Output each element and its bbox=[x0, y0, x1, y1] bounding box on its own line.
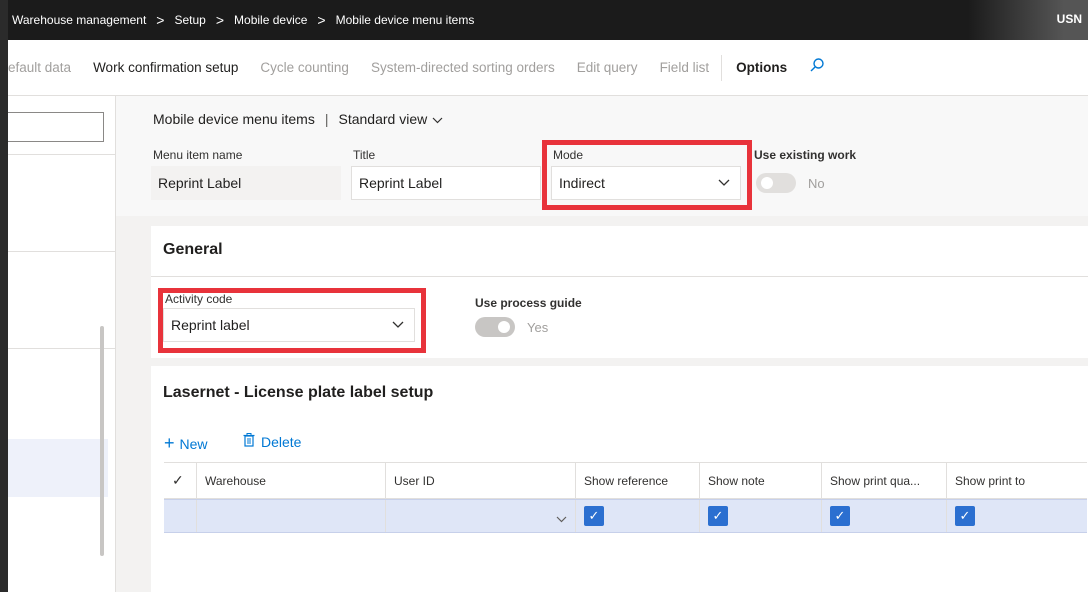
new-button[interactable]: + New bbox=[164, 433, 208, 454]
column-header-show-print-to[interactable]: Show print to bbox=[947, 463, 1087, 498]
column-header-warehouse[interactable]: Warehouse bbox=[197, 463, 386, 498]
lasernet-grid: ✓ Warehouse User ID Show reference Show … bbox=[164, 462, 1087, 533]
action-system-directed-sorting-orders[interactable]: System-directed sorting orders bbox=[371, 60, 555, 75]
column-header-show-note[interactable]: Show note bbox=[700, 463, 822, 498]
general-fasttab: General Activity code Reprint label Use … bbox=[151, 226, 1088, 358]
title-field[interactable]: Reprint Label bbox=[351, 166, 541, 200]
column-header-show-print-qty[interactable]: Show print qua... bbox=[822, 463, 947, 498]
list-divider bbox=[8, 154, 116, 155]
menu-item-name-label: Menu item name bbox=[153, 148, 243, 162]
use-process-guide-label: Use process guide bbox=[475, 296, 582, 310]
general-title[interactable]: General bbox=[163, 241, 223, 259]
breadcrumb-separator-icon: > bbox=[317, 12, 326, 28]
trash-icon bbox=[243, 433, 255, 450]
page-title: Mobile device menu items bbox=[153, 111, 315, 127]
list-filter-input[interactable] bbox=[8, 112, 104, 142]
use-existing-work-value: No bbox=[808, 176, 825, 191]
user-company-label[interactable]: USN bbox=[1057, 12, 1082, 26]
header-area: Mobile device menu items | Standard view… bbox=[116, 96, 1088, 216]
show-print-qty-checkbox[interactable]: ✓ bbox=[830, 506, 850, 526]
action-edit-query[interactable]: Edit query bbox=[577, 60, 638, 75]
breadcrumb-warehouse-management[interactable]: Warehouse management bbox=[12, 13, 146, 27]
use-existing-work-label: Use existing work bbox=[754, 148, 857, 162]
action-divider bbox=[721, 54, 723, 81]
search-icon[interactable] bbox=[809, 57, 825, 78]
breadcrumb-separator-icon: > bbox=[156, 12, 165, 28]
column-header-user-id[interactable]: User ID bbox=[386, 463, 576, 498]
list-scrollbar[interactable] bbox=[100, 326, 104, 556]
table-row[interactable]: ✓ ✓ ✓ ✓ bbox=[164, 499, 1087, 533]
breadcrumb-separator-icon: > bbox=[215, 12, 225, 28]
menu-item-name-value: Reprint Label bbox=[158, 175, 242, 191]
chevron-down-icon[interactable] bbox=[432, 111, 443, 127]
row-select-cell[interactable] bbox=[164, 500, 197, 532]
details-pane: Mobile device menu items | Standard view… bbox=[116, 96, 1088, 592]
show-reference-cell: ✓ bbox=[576, 500, 700, 532]
mode-highlight-box bbox=[542, 140, 752, 210]
chevron-down-icon[interactable] bbox=[556, 512, 567, 526]
view-selector[interactable]: Standard view bbox=[339, 111, 428, 127]
user-id-cell[interactable] bbox=[386, 500, 576, 532]
new-button-label: New bbox=[179, 435, 208, 452]
menu-item-name-field[interactable]: Reprint Label bbox=[151, 166, 341, 200]
activity-code-highlight-box bbox=[158, 288, 426, 353]
action-cycle-counting[interactable]: Cycle counting bbox=[260, 60, 349, 75]
breadcrumb-setup[interactable]: Setup bbox=[174, 13, 205, 27]
show-print-qty-cell: ✓ bbox=[822, 500, 947, 532]
delete-button-label: Delete bbox=[261, 433, 302, 450]
delete-button[interactable]: Delete bbox=[243, 433, 301, 450]
show-print-to-cell: ✓ bbox=[947, 500, 1087, 532]
toggle-knob bbox=[761, 177, 773, 189]
show-reference-checkbox[interactable]: ✓ bbox=[584, 506, 604, 526]
breadcrumb-mobile-device-menu-items[interactable]: Mobile device menu items bbox=[336, 13, 475, 27]
action-work-confirmation-setup[interactable]: Work confirmation setup bbox=[93, 60, 238, 75]
left-list-panel bbox=[8, 96, 116, 592]
warehouse-cell[interactable] bbox=[197, 500, 386, 532]
grid-header: ✓ Warehouse User ID Show reference Show … bbox=[164, 463, 1087, 499]
title-label: Title bbox=[353, 148, 376, 162]
title-separator: | bbox=[324, 111, 329, 127]
use-process-guide-value: Yes bbox=[527, 320, 549, 335]
show-print-to-checkbox[interactable]: ✓ bbox=[955, 506, 975, 526]
action-default-data[interactable]: efault data bbox=[8, 60, 71, 75]
list-divider bbox=[8, 251, 116, 252]
use-existing-work-toggle[interactable] bbox=[756, 173, 796, 193]
plus-icon: + bbox=[164, 433, 175, 453]
column-header-show-reference[interactable]: Show reference bbox=[576, 463, 700, 498]
action-pane: efault data Work confirmation setup Cycl… bbox=[8, 40, 1088, 96]
tab-options[interactable]: Options bbox=[736, 60, 787, 75]
top-nav-bar: Warehouse management > Setup > Mobile de… bbox=[8, 0, 1088, 40]
general-divider bbox=[151, 276, 1088, 277]
checkmark-icon: ✓ bbox=[172, 472, 184, 488]
lasernet-title[interactable]: Lasernet - License plate label setup bbox=[163, 384, 433, 402]
view-selector-line: Mobile device menu items | Standard view bbox=[153, 111, 443, 127]
use-process-guide-toggle[interactable] bbox=[475, 317, 515, 337]
select-all-checkbox[interactable]: ✓ bbox=[164, 463, 197, 498]
breadcrumb-mobile-device[interactable]: Mobile device bbox=[234, 13, 307, 27]
window-frame: Warehouse management > Setup > Mobile de… bbox=[0, 0, 1088, 592]
action-field-list[interactable]: Field list bbox=[660, 60, 710, 75]
show-note-checkbox[interactable]: ✓ bbox=[708, 506, 728, 526]
show-note-cell: ✓ bbox=[700, 500, 822, 532]
list-item-selected[interactable] bbox=[8, 439, 108, 497]
toggle-knob bbox=[498, 321, 510, 333]
title-value: Reprint Label bbox=[359, 175, 443, 191]
